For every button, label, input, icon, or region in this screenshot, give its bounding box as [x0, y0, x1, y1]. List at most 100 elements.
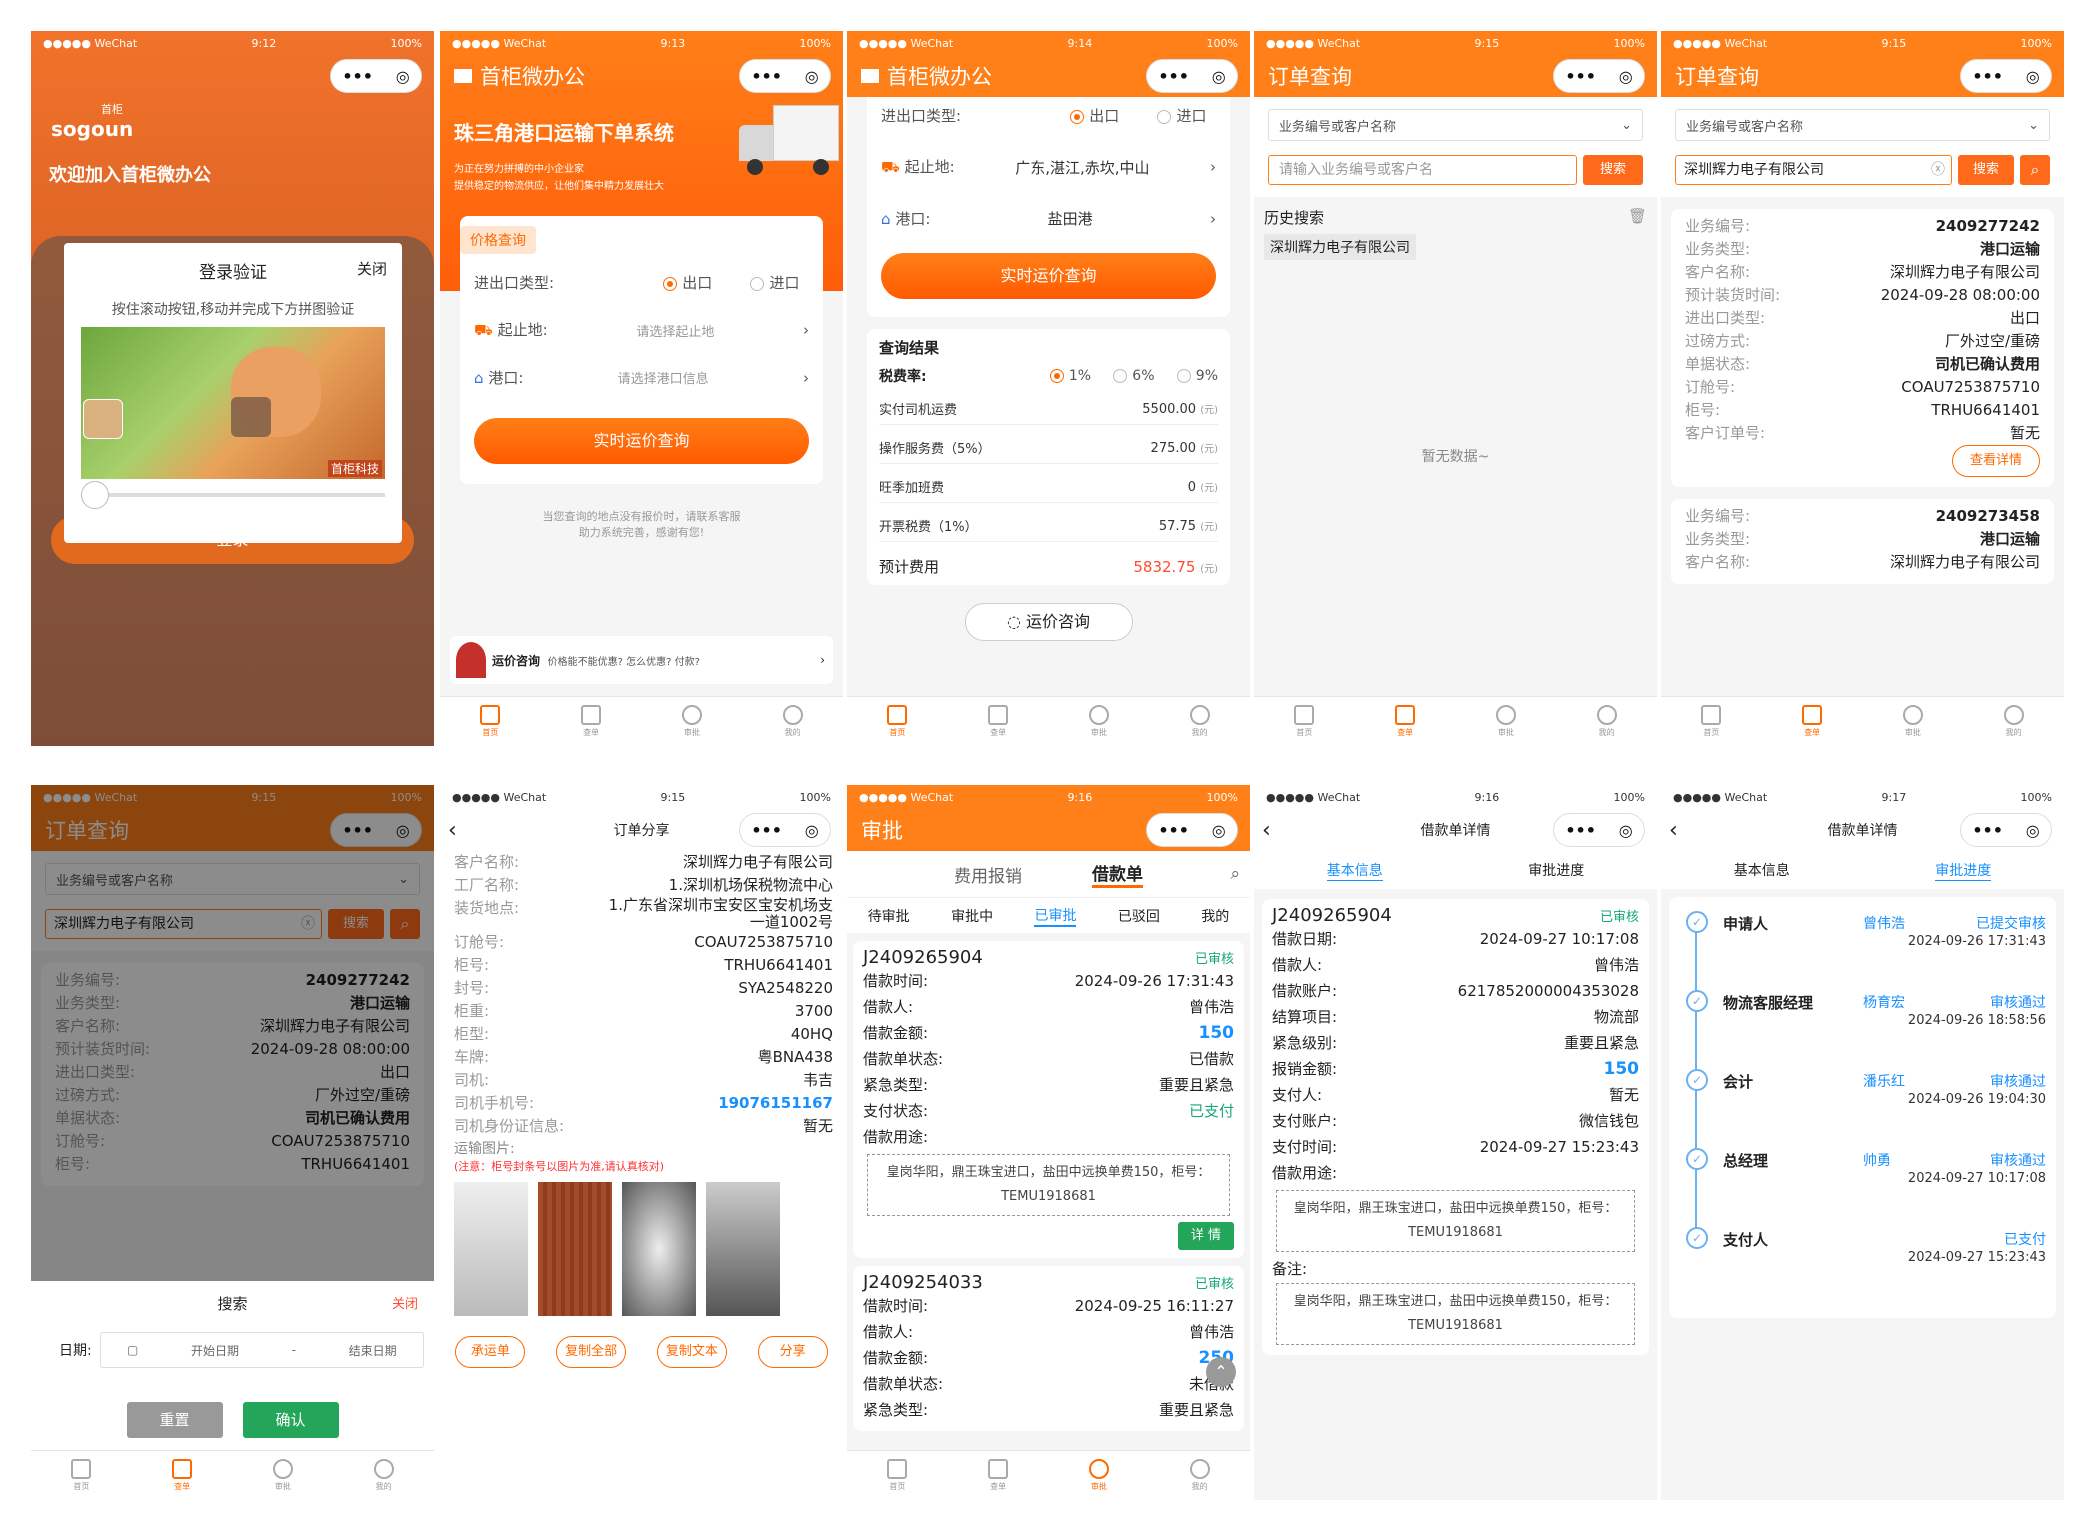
slider-handle[interactable] [81, 481, 109, 509]
more-icon[interactable]: ••• [751, 67, 782, 86]
field-select[interactable]: 业务编号或客户名称 ⌄ [1268, 109, 1643, 141]
photo-waybill[interactable] [454, 1182, 528, 1316]
import-radio[interactable] [1157, 109, 1172, 124]
tab-mine[interactable]: 我的 [333, 1451, 434, 1500]
port-row[interactable]: ⌂ 港口: 盐田港 › [881, 208, 1216, 229]
detail-button[interactable]: 查看详情 [1952, 445, 2040, 477]
status-tab[interactable]: 我的 [1201, 906, 1229, 926]
tab-orders[interactable]: 查单 [948, 1451, 1049, 1500]
tab-orders[interactable]: 查单 [541, 697, 642, 746]
tab-home[interactable]: 首页 [1254, 697, 1355, 746]
more-icon[interactable]: ••• [1972, 821, 2003, 840]
dialog-close[interactable]: 关闭 [357, 258, 387, 283]
more-icon[interactable]: ••• [1565, 67, 1596, 86]
origin-row[interactable]: ⛟ 起止地: 广东,湛江,赤坎,中山 › [881, 156, 1216, 178]
tab-home[interactable]: 首页 [1661, 697, 1762, 746]
capsule[interactable]: ••• ◎ [330, 59, 422, 93]
more-icon[interactable]: ••• [1565, 821, 1596, 840]
tab-mine[interactable]: 我的 [1556, 697, 1657, 746]
close-icon[interactable]: ◎ [2026, 821, 2040, 840]
capsule[interactable]: ••• ◎ [739, 813, 831, 847]
export-radio[interactable] [1070, 109, 1085, 124]
tab-home[interactable]: 首页 [440, 697, 541, 746]
status-tab[interactable]: 待审批 [868, 906, 910, 926]
tab-approve[interactable]: 审批 [642, 697, 743, 746]
tab-approve[interactable]: 审批 [1863, 697, 1964, 746]
tax-1-radio[interactable] [1049, 369, 1064, 383]
origin-row[interactable]: ⛟ 起止地: 请选择起止地 › [474, 319, 809, 341]
capsule[interactable]: ••• ◎ [1146, 813, 1238, 847]
search-input[interactable]: 请输入业务编号或客户名 [1268, 155, 1577, 185]
more-icon[interactable]: ••• [1972, 67, 2003, 86]
price-tab[interactable]: 价格查询 [460, 226, 536, 254]
history-tag[interactable]: 深圳辉力电子有限公司 [1264, 234, 1416, 260]
puzzle-piece[interactable] [83, 399, 123, 439]
photo-container[interactable] [538, 1182, 612, 1316]
back-icon[interactable]: ‹ [1669, 818, 1678, 843]
close-icon[interactable]: ◎ [1212, 821, 1226, 840]
close-icon[interactable]: ◎ [396, 67, 410, 86]
tab-mine[interactable]: 我的 [1963, 697, 2064, 746]
sheet-close[interactable]: 关闭 [392, 1293, 418, 1312]
capsule[interactable]: ••• ◎ [1553, 813, 1645, 847]
tab-mine[interactable]: 我的 [742, 697, 843, 746]
close-icon[interactable]: ◎ [1619, 821, 1633, 840]
consult-bar[interactable]: 运价咨询 价格能不能优惠? 怎么优惠? 付款? › [450, 636, 833, 684]
field-select[interactable]: 业务编号或客户名称 ⌄ [1675, 109, 2050, 141]
tab-expense[interactable]: 费用报销 [954, 862, 1022, 887]
copy-all-button[interactable]: 复制全部 [556, 1336, 627, 1368]
end-date[interactable]: 结束日期 [349, 1342, 397, 1359]
tab-home[interactable]: 首页 [31, 1451, 132, 1500]
close-icon[interactable]: ◎ [805, 821, 819, 840]
tab-approve[interactable]: 审批 [233, 1451, 334, 1500]
export-radio[interactable] [663, 276, 678, 291]
photo-seal[interactable] [706, 1182, 780, 1316]
tab-progress[interactable]: 审批进度 [1935, 860, 1992, 881]
consult-button[interactable]: ◌ 运价咨询 [964, 603, 1133, 641]
tab-basic[interactable]: 基本信息 [1734, 860, 1790, 880]
back-icon[interactable]: ‹ [1262, 818, 1271, 843]
tax-9-radio[interactable] [1176, 369, 1191, 383]
tab-loan[interactable]: 借款单 [1092, 860, 1143, 888]
clear-icon[interactable]: ⓧ [1931, 156, 1945, 184]
status-tab[interactable]: 已审批 [1034, 905, 1077, 927]
import-radio[interactable] [750, 276, 765, 291]
tab-orders[interactable]: 查单 [1355, 697, 1456, 746]
tax-6-radio[interactable] [1113, 369, 1128, 383]
scroll-top-icon[interactable]: ⌃ [1206, 1357, 1236, 1387]
tab-approve[interactable]: 审批 [1049, 697, 1150, 746]
more-icon[interactable]: ••• [1158, 67, 1189, 86]
search-button[interactable]: 搜索 [1583, 155, 1643, 185]
tab-basic[interactable]: 基本信息 [1326, 860, 1383, 881]
close-icon[interactable]: ◎ [2026, 67, 2040, 86]
close-icon[interactable]: ◎ [805, 67, 819, 86]
tab-mine[interactable]: 我的 [1149, 1451, 1250, 1500]
capsule[interactable]: ••• ◎ [1553, 59, 1645, 93]
reset-button[interactable]: 重置 [126, 1402, 223, 1438]
tab-approve[interactable]: 审批 [1049, 1451, 1150, 1500]
search-icon[interactable]: ⌕ [2020, 155, 2050, 185]
tab-home[interactable]: 首页 [847, 697, 948, 746]
capsule[interactable]: ••• ◎ [1146, 59, 1238, 93]
copy-text-button[interactable]: 复制文本 [656, 1336, 727, 1368]
capsule[interactable]: ••• ◎ [1960, 813, 2052, 847]
status-tab[interactable]: 已驳回 [1118, 906, 1160, 926]
more-icon[interactable]: ••• [1158, 821, 1189, 840]
back-icon[interactable]: ‹ [448, 818, 457, 843]
close-icon[interactable]: ◎ [1212, 67, 1226, 86]
tab-home[interactable]: 首页 [847, 1451, 948, 1500]
tab-mine[interactable]: 我的 [1149, 697, 1250, 746]
detail-button[interactable]: 详 情 [1178, 1222, 1234, 1250]
query-button[interactable]: 实时运价查询 [474, 418, 809, 464]
slider-track[interactable] [81, 481, 385, 509]
search-button[interactable]: 搜索 [1958, 155, 2014, 185]
trash-icon[interactable]: 🗑 [1628, 207, 1647, 228]
query-button[interactable]: 实时运价查询 [881, 253, 1216, 299]
tab-orders[interactable]: 查单 [132, 1451, 233, 1500]
capsule[interactable]: ••• ◎ [1960, 59, 2052, 93]
photo-interior[interactable] [622, 1182, 696, 1316]
tab-approve[interactable]: 审批 [1456, 697, 1557, 746]
tab-orders[interactable]: 查单 [948, 697, 1049, 746]
confirm-button[interactable]: 确认 [242, 1402, 339, 1438]
date-range[interactable]: ▢ 开始日期 - 结束日期 [99, 1332, 424, 1368]
